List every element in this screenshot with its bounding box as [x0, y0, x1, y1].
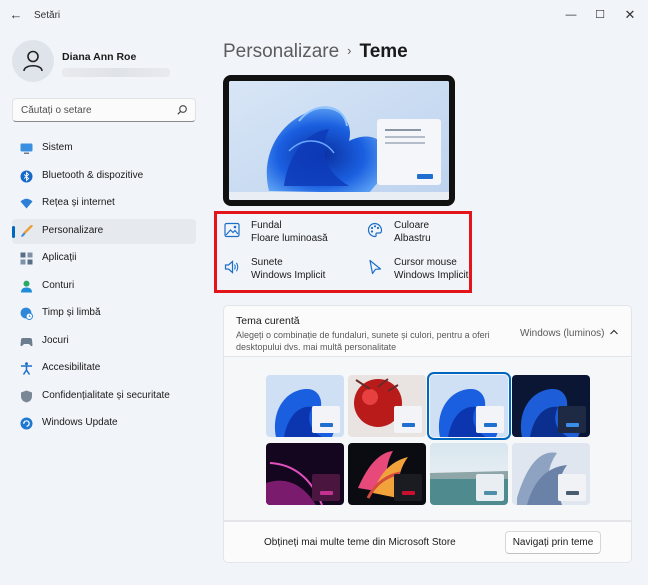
back-arrow-icon[interactable]: ← — [8, 7, 24, 23]
sidebar-nav: Sistem Bluetooth & dispozitive Rețea și … — [12, 136, 196, 439]
avatar[interactable] — [12, 40, 54, 82]
theme-thumbnail-captured-motion[interactable] — [348, 443, 426, 505]
theme-thumbnail-glow-purple[interactable] — [266, 443, 344, 505]
minimize-button[interactable]: — — [560, 4, 582, 26]
browse-themes-button[interactable]: Navigați prin teme — [505, 531, 601, 554]
bloom-wallpaper-image — [229, 81, 449, 200]
sidebar-item-sistem[interactable]: Sistem — [12, 136, 196, 161]
person-icon — [21, 280, 32, 292]
search-input[interactable]: Căutați o setare — [12, 98, 196, 122]
sidebar-item-conturi[interactable]: Conturi — [12, 274, 196, 299]
breadcrumb-parent[interactable]: Personalizare — [223, 41, 339, 62]
microsoft-store-row: Obțineți mai multe teme din Microsoft St… — [223, 521, 632, 563]
current-theme-title: Tema curentă — [236, 315, 300, 327]
theme-gallery — [223, 357, 632, 521]
person-icon — [23, 50, 43, 72]
search-icon — [177, 105, 187, 115]
globe-clock-icon — [20, 307, 33, 320]
speaker-icon — [224, 260, 239, 274]
theme-thumbnail-windows-light[interactable] — [266, 375, 344, 437]
shield-icon — [21, 390, 32, 402]
user-email-redacted — [62, 68, 170, 77]
monitor-icon — [20, 143, 33, 154]
theme-properties-highlight: Fundal Floare luminoasă Culoare Albastru… — [214, 211, 472, 293]
current-theme-expander[interactable]: Tema curentă Alegeți o combinație de fun… — [223, 305, 632, 357]
gamepad-icon — [20, 337, 33, 346]
sidebar-item-bluetooth[interactable]: Bluetooth & dispozitive — [12, 164, 196, 189]
breadcrumb-separator: › — [347, 43, 352, 58]
current-theme-value: Windows (luminos) — [520, 328, 605, 339]
current-theme-description: Alegeți o combinație de fundaluri, sunet… — [236, 330, 490, 352]
sidebar-item-jocuri[interactable]: Jocuri — [12, 329, 196, 354]
window-title: Setări — [34, 10, 61, 21]
sounds-setting[interactable]: Sunete Windows Implicit — [220, 257, 340, 289]
user-name: Diana Ann Roe — [62, 51, 137, 63]
page-title: Teme — [359, 41, 408, 62]
breadcrumb: Personalizare › Teme — [223, 41, 408, 63]
sidebar-item-aplicatii[interactable]: Aplicații — [12, 246, 196, 271]
title-bar: ← Setări — ☐ ✕ — [0, 0, 648, 30]
theme-thumbnail-windows-light-selected[interactable] — [427, 372, 511, 440]
accessibility-icon — [21, 362, 32, 375]
update-icon — [20, 417, 33, 430]
user-profile: Diana Ann Roe — [12, 40, 202, 85]
theme-thumbnail-windows-dark[interactable] — [512, 375, 590, 437]
color-setting[interactable]: Culoare Albastru — [363, 220, 483, 252]
sidebar-item-personalizare[interactable]: Personalizare — [12, 218, 196, 244]
maximize-button[interactable]: ☐ — [589, 4, 611, 26]
close-button[interactable]: ✕ — [619, 4, 641, 26]
background-setting[interactable]: Fundal Floare luminoasă — [220, 220, 340, 252]
wifi-icon — [20, 198, 33, 209]
apps-icon — [20, 252, 33, 265]
sidebar-item-timp[interactable]: Timp și limbă — [12, 301, 196, 326]
sidebar-item-retea[interactable]: Rețea și internet — [12, 191, 196, 216]
theme-thumbnail-flow[interactable] — [512, 443, 590, 505]
palette-icon — [367, 222, 383, 238]
search-placeholder: Căutați o setare — [21, 105, 92, 116]
image-icon — [224, 222, 240, 238]
sidebar-item-confidentialitate[interactable]: Confidențialitate și securitate — [12, 384, 196, 409]
bluetooth-icon — [20, 170, 33, 182]
brush-icon — [21, 224, 33, 237]
cursor-icon — [369, 259, 382, 275]
theme-thumbnail-glow-red[interactable] — [348, 375, 426, 437]
sidebar-item-accesibilitate[interactable]: Accesibilitate — [12, 356, 196, 381]
theme-thumbnail-sunrise[interactable] — [430, 443, 508, 505]
store-text: Obțineți mai multe teme din Microsoft St… — [264, 537, 456, 548]
theme-preview — [223, 75, 455, 206]
sidebar-item-windows-update[interactable]: Windows Update — [12, 411, 196, 436]
chevron-up-icon[interactable] — [608, 326, 620, 338]
cursor-setting[interactable]: Cursor mouse Windows Implicit — [363, 257, 483, 289]
